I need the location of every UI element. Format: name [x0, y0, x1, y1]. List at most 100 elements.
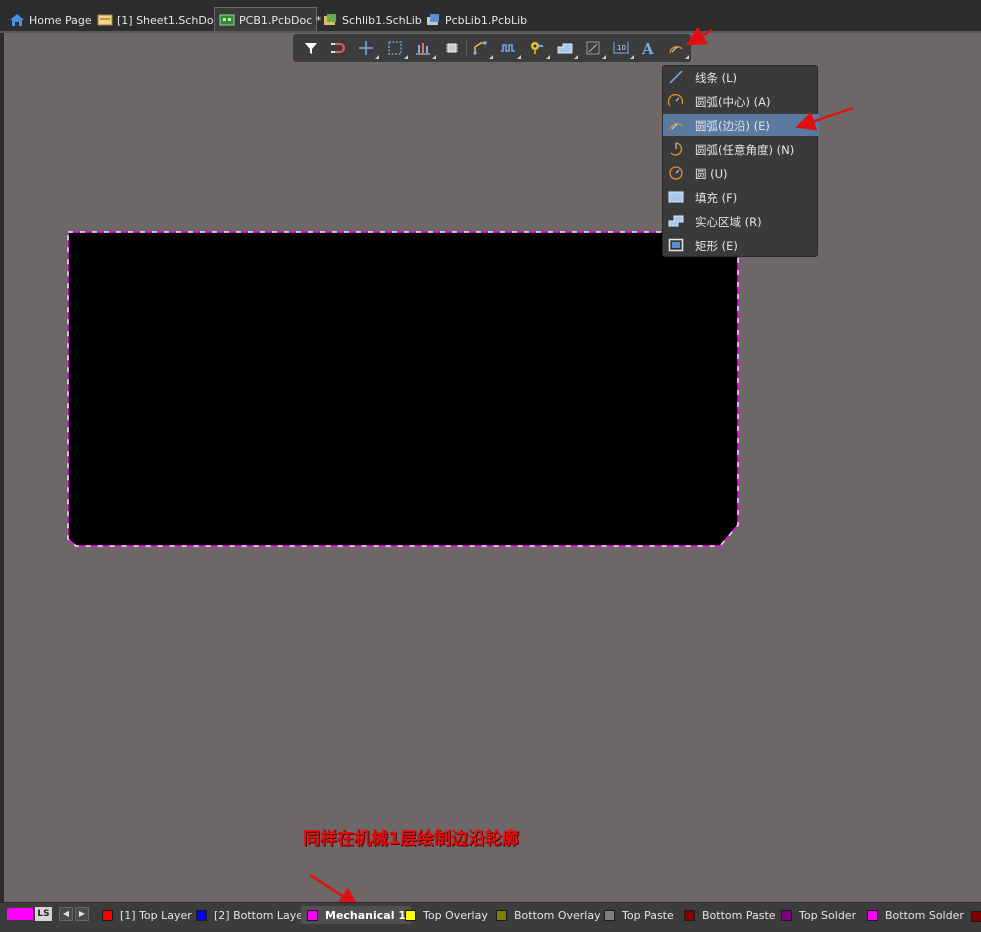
layer-tab-top-overlay[interactable]: Top Overlay — [405, 906, 488, 924]
layer-color-swatch — [307, 909, 318, 921]
crosshair-button[interactable] — [356, 38, 379, 59]
svg-text:10: 10 — [617, 44, 626, 52]
length-tuning-button[interactable] — [498, 38, 521, 59]
menu-item-label: 圆 (U) — [695, 167, 728, 181]
layer-color-swatch — [196, 909, 207, 921]
layer-tab-top-layer[interactable]: [1] Top Layer — [102, 906, 192, 924]
layer-color-swatch — [684, 909, 695, 921]
home-icon — [9, 13, 25, 27]
menu-item-label: 填充 (F) — [695, 191, 738, 205]
menu-item-label: 圆弧(任意角度) (N) — [695, 143, 795, 157]
menu-item-label: 矩形 (E) — [695, 239, 738, 253]
menu-item-label: 圆弧(中心) (A) — [695, 95, 771, 109]
filter-button[interactable] — [301, 38, 321, 58]
annotation-text: 同样在机械1层绘制边沿轮廓 — [303, 829, 519, 849]
pad-via-button[interactable] — [527, 38, 550, 59]
select-area-button[interactable] — [385, 38, 408, 59]
menu-item-label: 线条 (L) — [695, 71, 738, 85]
menu-item-label: 圆弧(边沿) (E) — [695, 119, 770, 133]
tab-label: [1] Sheet1.SchDoc — [117, 13, 220, 27]
route-button[interactable] — [470, 38, 493, 59]
select-area-icon — [388, 41, 402, 55]
menu-item-solid-region[interactable]: 实心区域 (R) — [663, 210, 819, 232]
layer-tab-bottom-overlay[interactable]: Bottom Overlay — [496, 906, 601, 924]
polygon-pour-button[interactable] — [555, 38, 578, 59]
schlib-icon — [322, 13, 338, 27]
string-text-icon: A — [641, 40, 654, 56]
layer-tabs-bar: LS ◀ ▶ [1] Top Layer [2] Bottom Layer Me… — [0, 902, 981, 932]
keepout-button[interactable] — [583, 38, 606, 59]
dropdown-corner — [517, 55, 521, 59]
layer-tab-label: Top Solder — [799, 908, 857, 922]
component-button[interactable] — [442, 38, 462, 58]
layer-tab-bottom-paste[interactable]: Bottom Paste — [684, 906, 776, 924]
menu-item-line[interactable]: 线条 (L) — [663, 66, 819, 88]
layer-color-swatch-partial[interactable] — [971, 911, 981, 922]
dimension-icon: 10 — [613, 42, 629, 54]
dropdown-corner — [404, 55, 408, 59]
layer-tab-label: Bottom Solder — [885, 908, 964, 922]
tab-label: Schlib1.SchLib — [342, 13, 422, 27]
string-text-button[interactable]: A — [638, 38, 658, 58]
svg-text:A: A — [641, 40, 654, 56]
line-icon — [669, 70, 683, 84]
chevron-left-icon: ◀ — [62, 909, 70, 918]
tab-home-page[interactable]: Home Page — [9, 9, 92, 31]
tab-pcblib1-pcblib[interactable]: PcbLib1.PcbLib — [425, 9, 527, 31]
arc-any-angle-icon — [670, 142, 683, 156]
layer-tab-bottom-solder[interactable]: Bottom Solder — [867, 906, 964, 924]
layer-color-swatch — [781, 909, 792, 921]
dropdown-corner — [602, 55, 606, 59]
tab-sheet1-schdoc[interactable]: [1] Sheet1.SchDoc — [97, 9, 220, 31]
layer-tab-bottom-layer[interactable]: [2] Bottom Layer — [196, 906, 308, 924]
interactive-routing-button[interactable] — [328, 38, 348, 58]
dropdown-corner — [574, 55, 578, 59]
menu-item-circle[interactable]: 圆 (U) — [663, 162, 819, 184]
layer-scroll-left-button[interactable]: ◀ — [59, 907, 73, 921]
pcb-editor-canvas[interactable] — [4, 33, 981, 902]
keepout-icon — [586, 41, 600, 55]
arc-dropdown-menu: 线条 (L) 圆弧(中心) (A) 圆弧(边沿) (E) 圆弧(任意角度) (N… — [662, 65, 819, 257]
tab-schlib1-schlib[interactable]: Schlib1.SchLib — [322, 9, 422, 31]
pcb-board-shape — [67, 231, 739, 547]
fill-icon — [668, 191, 684, 203]
layer-scroll-right-button[interactable]: ▶ — [75, 907, 89, 921]
current-layer-color-swatch[interactable] — [7, 908, 33, 920]
layer-tab-label: [1] Top Layer — [120, 908, 192, 922]
pcb-doc-icon — [219, 13, 235, 27]
dropdown-corner — [375, 55, 379, 59]
dropdown-corner — [685, 55, 689, 59]
arc-edge-icon — [669, 123, 683, 131]
arc-edge-button[interactable] — [666, 38, 689, 59]
layer-tab-top-paste[interactable]: Top Paste — [604, 906, 674, 924]
tab-pcb1-pcbdoc[interactable]: PCB1.PcbDoc * — [214, 7, 321, 32]
layer-tab-label: Top Paste — [622, 908, 674, 922]
chevron-right-icon: ▶ — [78, 909, 86, 918]
dimension-button[interactable]: 10 — [611, 38, 634, 59]
menu-item-arc-any-angle[interactable]: 圆弧(任意角度) (N) — [663, 138, 819, 160]
layer-color-swatch — [405, 909, 416, 921]
layer-set-label[interactable]: LS — [35, 907, 52, 921]
layer-tab-label: [2] Bottom Layer — [214, 908, 308, 922]
menu-item-arc-edge[interactable]: 圆弧(边沿) (E) — [663, 114, 819, 136]
menu-item-fill[interactable]: 填充 (F) — [663, 186, 819, 208]
tab-label: PCB1.PcbDoc * — [239, 13, 322, 27]
align-icon — [416, 43, 430, 55]
dropdown-corner — [630, 55, 634, 59]
align-button[interactable] — [413, 38, 436, 59]
pad-via-icon — [531, 42, 543, 54]
menu-item-rectangle[interactable]: 矩形 (E) — [663, 234, 819, 256]
layer-tab-label: Top Overlay — [423, 908, 488, 922]
layer-tab-mechanical-1[interactable]: Mechanical 1 — [301, 906, 411, 924]
schematic-doc-icon — [97, 13, 113, 27]
layer-tab-label: Bottom Overlay — [514, 908, 601, 922]
pcblib-icon — [425, 13, 441, 27]
polygon-pour-icon — [557, 43, 573, 54]
layer-tab-label: Bottom Paste — [702, 908, 776, 922]
add-crosshair-icon — [359, 41, 373, 55]
arc-edge-icon — [669, 46, 683, 54]
component-icon — [446, 43, 458, 53]
menu-item-arc-center[interactable]: 圆弧(中心) (A) — [663, 90, 819, 112]
layer-tab-top-solder[interactable]: Top Solder — [781, 906, 856, 924]
active-bar-toolbar: 10 A — [293, 34, 691, 62]
